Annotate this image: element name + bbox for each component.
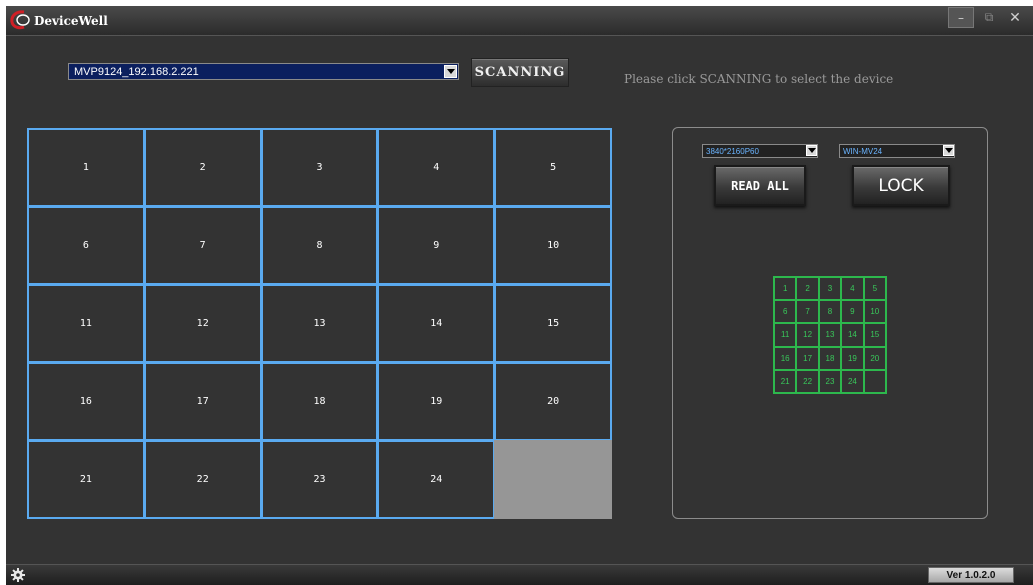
grid-cell-9[interactable]: 9 xyxy=(377,206,496,285)
grid-cell-19[interactable]: 19 xyxy=(377,362,496,441)
grid-cell-15[interactable]: 15 xyxy=(494,284,612,363)
lock-button[interactable]: LOCK xyxy=(852,165,950,206)
preview-cell-7: 7 xyxy=(796,300,819,324)
grid-cell-10[interactable]: 10 xyxy=(494,206,612,285)
grid-cell-18[interactable]: 18 xyxy=(260,362,379,441)
grid-cell-16[interactable]: 16 xyxy=(27,362,145,441)
chevron-down-icon[interactable] xyxy=(806,145,817,156)
grid-cell-7[interactable]: 7 xyxy=(143,206,262,285)
layout-preview-grid: 1 2 3 4 5 6 7 8 9 10 11 12 13 14 15 16 17 18 19 20 21 22 23 24 xyxy=(773,276,887,394)
grid-cell-2[interactable]: 2 xyxy=(143,128,262,207)
preview-cell-3: 3 xyxy=(818,277,842,301)
grid-cell-17[interactable]: 17 xyxy=(143,362,262,441)
grid-cell-12[interactable]: 12 xyxy=(143,284,262,363)
grid-cell-23[interactable]: 23 xyxy=(260,440,379,519)
status-bar: Ver 1.0.2.0 xyxy=(6,564,1033,585)
preview-cell-24: 24 xyxy=(841,369,864,393)
preview-cell-15: 15 xyxy=(863,323,886,347)
grid-cell-24[interactable]: 24 xyxy=(377,440,496,519)
preview-cell-9: 9 xyxy=(841,300,864,324)
grid-cell-11[interactable]: 11 xyxy=(27,284,145,363)
chevron-down-icon[interactable] xyxy=(943,145,954,156)
preview-cell-13: 13 xyxy=(818,323,842,347)
grid-cell-1[interactable]: 1 xyxy=(27,128,145,207)
output-window-grid: 1 2 3 4 5 6 7 8 9 10 11 12 13 14 15 16 17 18 19 20 21 22 23 24 xyxy=(27,128,612,519)
grid-cell-4[interactable]: 4 xyxy=(377,128,496,207)
resolution-select-value: 3840*2160P60 xyxy=(706,146,759,156)
preview-cell-10: 10 xyxy=(863,300,886,324)
app-title: DeviceWell xyxy=(34,14,108,28)
gear-icon[interactable] xyxy=(11,568,25,582)
preview-cell-20: 20 xyxy=(863,346,886,370)
grid-cell-13[interactable]: 13 xyxy=(260,284,379,363)
preview-cell-11: 11 xyxy=(774,323,797,347)
device-select-value: MVP9124_192.168.2.221 xyxy=(74,65,199,78)
preview-cell-empty xyxy=(863,369,886,393)
grid-cell-22[interactable]: 22 xyxy=(143,440,262,519)
preview-cell-21: 21 xyxy=(774,369,797,393)
instruction-text: Please click SCANNING to select the devi… xyxy=(624,72,894,86)
preview-cell-18: 18 xyxy=(818,346,842,370)
model-select[interactable]: WIN-MV24 xyxy=(839,144,955,158)
grid-cell-20[interactable]: 20 xyxy=(494,362,612,441)
model-select-value: WIN-MV24 xyxy=(843,146,883,156)
preview-cell-12: 12 xyxy=(796,323,819,347)
device-select[interactable]: MVP9124_192.168.2.221 xyxy=(68,63,459,80)
grid-cell-3[interactable]: 3 xyxy=(260,128,379,207)
preview-cell-2: 2 xyxy=(796,277,819,301)
preview-cell-22: 22 xyxy=(796,369,819,393)
preview-cell-6: 6 xyxy=(774,300,797,324)
scanning-button[interactable]: SCANNING xyxy=(471,58,569,87)
grid-cell-8[interactable]: 8 xyxy=(260,206,379,285)
grid-cell-21[interactable]: 21 xyxy=(27,440,145,519)
chevron-down-icon[interactable] xyxy=(444,65,457,78)
minimize-button[interactable]: – xyxy=(948,7,974,28)
version-badge: Ver 1.0.2.0 xyxy=(928,567,1014,583)
devicewell-logo-icon xyxy=(10,10,30,30)
grid-cell-empty[interactable] xyxy=(494,440,612,519)
title-bar[interactable]: DeviceWell – ⧉ ✕ xyxy=(6,6,1033,36)
resolution-select[interactable]: 3840*2160P60 xyxy=(702,144,818,158)
app-window: DeviceWell – ⧉ ✕ MVP9124_192.168.2.221 S… xyxy=(6,6,1033,585)
preview-cell-5: 5 xyxy=(863,277,886,301)
preview-cell-14: 14 xyxy=(841,323,864,347)
preview-cell-19: 19 xyxy=(841,346,864,370)
preview-cell-17: 17 xyxy=(796,346,819,370)
preview-cell-1: 1 xyxy=(774,277,797,301)
read-all-button[interactable]: READ ALL xyxy=(714,165,806,206)
preview-cell-23: 23 xyxy=(818,369,842,393)
control-panel: 3840*2160P60 WIN-MV24 READ ALL LOCK 1234… xyxy=(672,127,988,519)
preview-cell-8: 8 xyxy=(818,300,842,324)
preview-cell-4: 4 xyxy=(841,277,864,301)
grid-cell-6[interactable]: 6 xyxy=(27,206,145,285)
close-button[interactable]: ✕ xyxy=(1002,7,1028,28)
grid-cell-14[interactable]: 14 xyxy=(377,284,496,363)
preview-cell-16: 16 xyxy=(774,346,797,370)
restore-button[interactable]: ⧉ xyxy=(976,7,1002,28)
grid-cell-5[interactable]: 5 xyxy=(494,128,612,207)
